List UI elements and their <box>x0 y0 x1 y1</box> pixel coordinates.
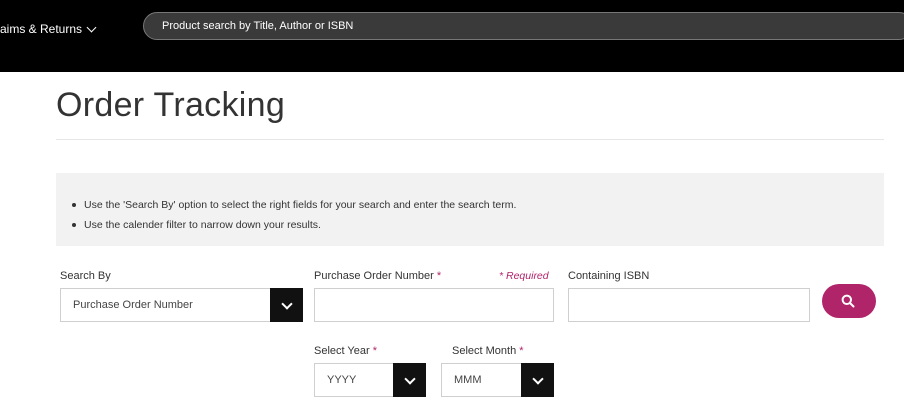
required-note: * Required <box>499 270 549 282</box>
select-month-dropdown-button[interactable] <box>521 363 554 397</box>
chevron-down-icon <box>86 22 97 32</box>
select-year-label: Select Year * <box>314 345 377 357</box>
po-number-label: Purchase Order Number * <box>314 270 441 282</box>
required-asterisk: * <box>519 345 524 357</box>
select-month-label-text: Select Month <box>452 345 517 357</box>
instruction-item: Use the 'Search By' option to select the… <box>70 195 516 215</box>
product-search-input[interactable] <box>162 18 862 34</box>
chevron-down-icon <box>281 298 293 310</box>
top-navigation-bar: aims & Returns <box>0 0 904 72</box>
po-number-input[interactable] <box>314 288 554 322</box>
select-year-dropdown[interactable]: YYYY <box>314 363 426 397</box>
nav-claims-returns-label: aims & Returns <box>0 22 83 36</box>
required-asterisk: * <box>436 270 442 282</box>
po-number-label-text: Purchase Order Number <box>314 270 434 282</box>
select-year-label-text: Select Year <box>314 345 370 357</box>
instructions-list: Use the 'Search By' option to select the… <box>70 195 516 235</box>
chevron-down-icon <box>532 373 544 385</box>
select-month-label: Select Month * <box>452 345 524 357</box>
select-year-dropdown-button[interactable] <box>393 363 426 397</box>
title-divider <box>56 139 884 140</box>
search-by-dropdown-button[interactable] <box>270 288 303 322</box>
isbn-input[interactable] <box>568 288 810 322</box>
search-by-label: Search By <box>60 270 111 282</box>
select-month-dropdown[interactable]: MMM <box>441 363 554 397</box>
instruction-item: Use the calender filter to narrow down y… <box>70 215 516 235</box>
select-month-value: MMM <box>454 374 482 386</box>
search-by-selected-value: Purchase Order Number <box>73 299 193 311</box>
select-year-value: YYYY <box>327 374 357 386</box>
search-button[interactable] <box>822 284 876 318</box>
nav-claims-returns-menu[interactable]: aims & Returns <box>0 20 97 38</box>
isbn-label: Containing ISBN <box>568 270 650 282</box>
product-search-bar[interactable] <box>143 12 904 40</box>
search-by-select[interactable]: Purchase Order Number <box>60 288 303 322</box>
required-asterisk: * <box>372 345 377 357</box>
chevron-down-icon <box>404 373 416 385</box>
page-title: Order Tracking <box>56 86 286 124</box>
instructions-box: Use the 'Search By' option to select the… <box>56 173 884 246</box>
search-icon <box>841 294 855 308</box>
